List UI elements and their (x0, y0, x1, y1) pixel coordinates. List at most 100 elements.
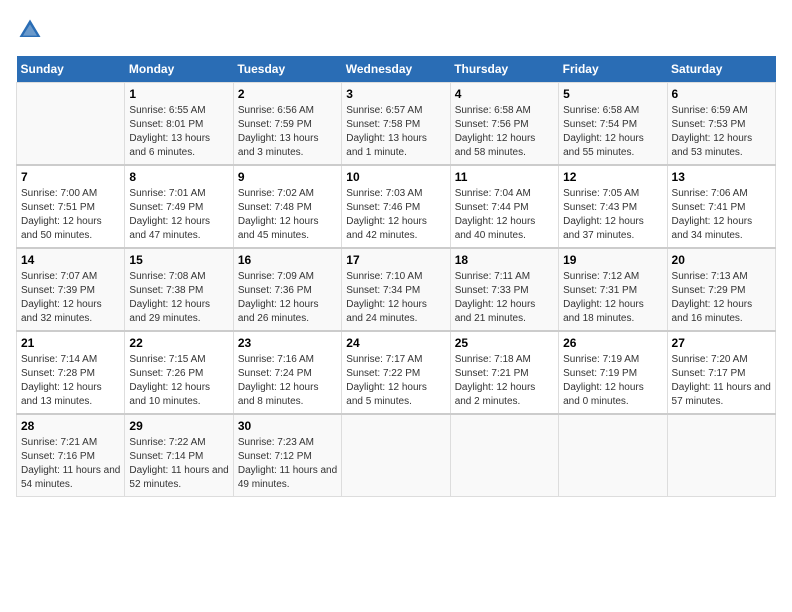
day-info: Sunrise: 7:03 AMSunset: 7:46 PMDaylight:… (346, 187, 445, 243)
calendar-cell: 13 Sunrise: 7:06 AMSunset: 7:41 PMDayligh… (667, 165, 775, 248)
day-number: 25 (455, 336, 554, 350)
day-number: 17 (346, 253, 445, 267)
day-info: Sunrise: 7:13 AMSunset: 7:29 PMDaylight:… (672, 270, 771, 326)
day-number: 15 (129, 253, 228, 267)
day-info: Sunrise: 6:58 AMSunset: 7:56 PMDaylight:… (455, 104, 554, 160)
header-wednesday: Wednesday (342, 56, 450, 83)
day-info: Sunrise: 7:14 AMSunset: 7:28 PMDaylight:… (21, 353, 120, 409)
header-saturday: Saturday (667, 56, 775, 83)
day-number: 20 (672, 253, 771, 267)
day-number: 5 (563, 87, 662, 101)
calendar-cell: 15 Sunrise: 7:08 AMSunset: 7:38 PMDayligh… (125, 248, 233, 331)
day-info: Sunrise: 6:55 AMSunset: 8:01 PMDaylight:… (129, 104, 228, 160)
day-info: Sunrise: 6:56 AMSunset: 7:59 PMDaylight:… (238, 104, 337, 160)
day-number: 19 (563, 253, 662, 267)
day-number: 10 (346, 170, 445, 184)
calendar-cell: 9 Sunrise: 7:02 AMSunset: 7:48 PMDaylight… (233, 165, 341, 248)
day-number: 18 (455, 253, 554, 267)
day-info: Sunrise: 7:00 AMSunset: 7:51 PMDaylight:… (21, 187, 120, 243)
calendar-cell: 8Sunrise: 7:01 AMSunset: 7:49 PMDaylight… (125, 165, 233, 248)
calendar-cell: 29 Sunrise: 7:22 AMSunset: 7:14 PMDayligh… (125, 414, 233, 497)
day-number: 24 (346, 336, 445, 350)
day-info: Sunrise: 7:18 AMSunset: 7:21 PMDaylight:… (455, 353, 554, 409)
calendar-cell: 3 Sunrise: 6:57 AMSunset: 7:58 PMDaylight… (342, 83, 450, 166)
calendar-week-row: 7 Sunrise: 7:00 AMSunset: 7:51 PMDaylight… (17, 165, 776, 248)
day-info: Sunrise: 7:21 AMSunset: 7:16 PMDaylight:… (21, 436, 120, 492)
day-info: Sunrise: 7:22 AMSunset: 7:14 PMDaylight:… (129, 436, 228, 492)
calendar-cell: 22 Sunrise: 7:15 AMSunset: 7:26 PMDayligh… (125, 331, 233, 414)
day-number: 28 (21, 419, 120, 433)
calendar-cell (17, 83, 125, 166)
day-number: 21 (21, 336, 120, 350)
calendar-cell: 11Sunrise: 7:04 AMSunset: 7:44 PMDayligh… (450, 165, 558, 248)
logo-icon (16, 16, 44, 44)
calendar-cell (559, 414, 667, 497)
day-number: 30 (238, 419, 337, 433)
day-number: 13 (672, 170, 771, 184)
day-number: 16 (238, 253, 337, 267)
calendar-cell (450, 414, 558, 497)
calendar-cell: 26Sunrise: 7:19 AMSunset: 7:19 PMDayligh… (559, 331, 667, 414)
calendar-cell: 25 Sunrise: 7:18 AMSunset: 7:21 PMDayligh… (450, 331, 558, 414)
page-header (16, 16, 776, 44)
calendar-cell (342, 414, 450, 497)
day-number: 29 (129, 419, 228, 433)
day-info: Sunrise: 7:09 AMSunset: 7:36 PMDaylight:… (238, 270, 337, 326)
day-number: 22 (129, 336, 228, 350)
day-info: Sunrise: 7:11 AMSunset: 7:33 PMDaylight:… (455, 270, 554, 326)
day-number: 4 (455, 87, 554, 101)
day-number: 7 (21, 170, 120, 184)
calendar-cell: 6 Sunrise: 6:59 AMSunset: 7:53 PMDaylight… (667, 83, 775, 166)
day-number: 6 (672, 87, 771, 101)
day-info: Sunrise: 7:07 AMSunset: 7:39 PMDaylight:… (21, 270, 120, 326)
calendar-cell: 27Sunrise: 7:20 AMSunset: 7:17 PMDayligh… (667, 331, 775, 414)
day-info: Sunrise: 7:12 AMSunset: 7:31 PMDaylight:… (563, 270, 662, 326)
calendar-cell: 7 Sunrise: 7:00 AMSunset: 7:51 PMDaylight… (17, 165, 125, 248)
day-number: 1 (129, 87, 228, 101)
day-info: Sunrise: 6:59 AMSunset: 7:53 PMDaylight:… (672, 104, 771, 160)
calendar-week-row: 28 Sunrise: 7:21 AMSunset: 7:16 PMDayligh… (17, 414, 776, 497)
day-info: Sunrise: 7:15 AMSunset: 7:26 PMDaylight:… (129, 353, 228, 409)
day-number: 2 (238, 87, 337, 101)
day-number: 26 (563, 336, 662, 350)
calendar-cell: 10 Sunrise: 7:03 AMSunset: 7:46 PMDayligh… (342, 165, 450, 248)
calendar-table: SundayMondayTuesdayWednesdayThursdayFrid… (16, 56, 776, 497)
day-info: Sunrise: 7:05 AMSunset: 7:43 PMDaylight:… (563, 187, 662, 243)
day-info: Sunrise: 7:23 AMSunset: 7:12 PMDaylight:… (238, 436, 337, 492)
header-friday: Friday (559, 56, 667, 83)
calendar-cell: 23 Sunrise: 7:16 AMSunset: 7:24 PMDayligh… (233, 331, 341, 414)
day-info: Sunrise: 6:58 AMSunset: 7:54 PMDaylight:… (563, 104, 662, 160)
day-info: Sunrise: 6:57 AMSunset: 7:58 PMDaylight:… (346, 104, 445, 160)
calendar-cell: 30 Sunrise: 7:23 AMSunset: 7:12 PMDayligh… (233, 414, 341, 497)
calendar-header-row: SundayMondayTuesdayWednesdayThursdayFrid… (17, 56, 776, 83)
calendar-week-row: 21 Sunrise: 7:14 AMSunset: 7:28 PMDayligh… (17, 331, 776, 414)
calendar-week-row: 14 Sunrise: 7:07 AMSunset: 7:39 PMDayligh… (17, 248, 776, 331)
header-sunday: Sunday (17, 56, 125, 83)
day-info: Sunrise: 7:04 AMSunset: 7:44 PMDaylight:… (455, 187, 554, 243)
calendar-cell: 1 Sunrise: 6:55 AMSunset: 8:01 PMDaylight… (125, 83, 233, 166)
calendar-cell: 4 Sunrise: 6:58 AMSunset: 7:56 PMDaylight… (450, 83, 558, 166)
day-info: Sunrise: 7:16 AMSunset: 7:24 PMDaylight:… (238, 353, 337, 409)
calendar-cell: 18 Sunrise: 7:11 AMSunset: 7:33 PMDayligh… (450, 248, 558, 331)
day-info: Sunrise: 7:08 AMSunset: 7:38 PMDaylight:… (129, 270, 228, 326)
calendar-cell: 12Sunrise: 7:05 AMSunset: 7:43 PMDayligh… (559, 165, 667, 248)
calendar-cell (667, 414, 775, 497)
day-number: 14 (21, 253, 120, 267)
logo (16, 16, 48, 44)
day-number: 9 (238, 170, 337, 184)
calendar-week-row: 1 Sunrise: 6:55 AMSunset: 8:01 PMDaylight… (17, 83, 776, 166)
day-info: Sunrise: 7:17 AMSunset: 7:22 PMDaylight:… (346, 353, 445, 409)
day-number: 23 (238, 336, 337, 350)
day-number: 3 (346, 87, 445, 101)
calendar-cell: 20 Sunrise: 7:13 AMSunset: 7:29 PMDayligh… (667, 248, 775, 331)
calendar-cell: 16 Sunrise: 7:09 AMSunset: 7:36 PMDayligh… (233, 248, 341, 331)
header-thursday: Thursday (450, 56, 558, 83)
day-number: 8 (129, 170, 228, 184)
day-info: Sunrise: 7:06 AMSunset: 7:41 PMDaylight:… (672, 187, 771, 243)
day-info: Sunrise: 7:02 AMSunset: 7:48 PMDaylight:… (238, 187, 337, 243)
calendar-cell: 2 Sunrise: 6:56 AMSunset: 7:59 PMDaylight… (233, 83, 341, 166)
day-info: Sunrise: 7:10 AMSunset: 7:34 PMDaylight:… (346, 270, 445, 326)
header-monday: Monday (125, 56, 233, 83)
header-tuesday: Tuesday (233, 56, 341, 83)
calendar-cell: 21 Sunrise: 7:14 AMSunset: 7:28 PMDayligh… (17, 331, 125, 414)
